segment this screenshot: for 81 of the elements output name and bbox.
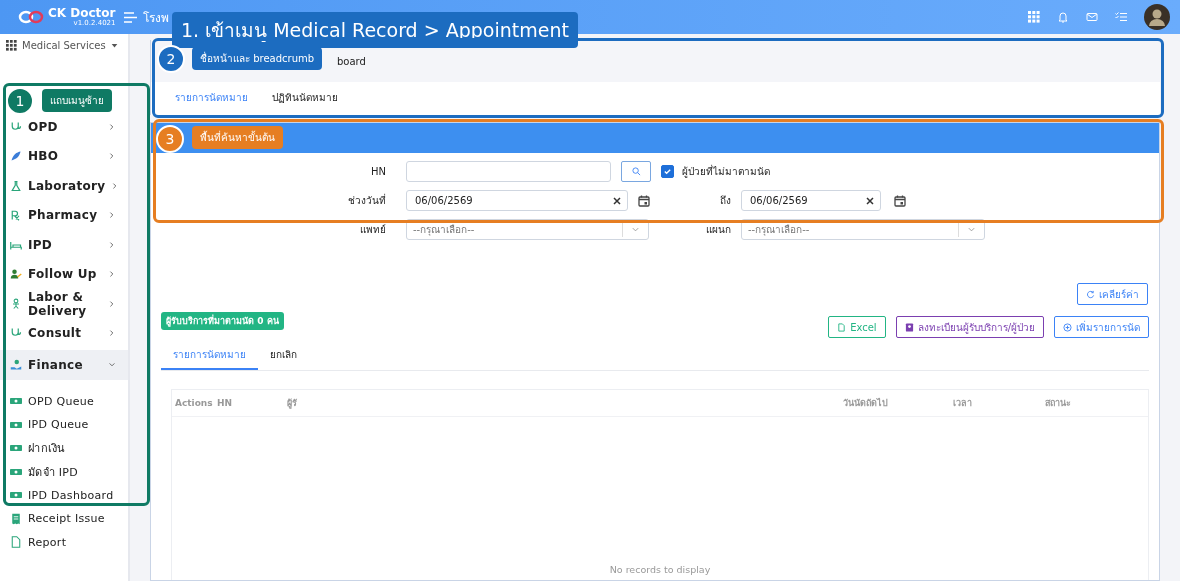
sidebar-item[interactable]: Receipt Issue bbox=[0, 507, 128, 531]
page-tab[interactable]: รายการนัดหมาย bbox=[163, 84, 260, 113]
sidebar-subitem[interactable]: IPD Dashboard bbox=[0, 483, 128, 507]
sidebar-item[interactable]: Pharmacy bbox=[0, 200, 128, 230]
sidebar-subitem[interactable]: OPD Queue bbox=[0, 389, 128, 413]
sidebar-item[interactable]: Labor & Delivery bbox=[0, 289, 128, 319]
leaf-icon bbox=[10, 150, 22, 163]
field-label: ถึง bbox=[719, 194, 732, 208]
column-header: สถานะ bbox=[1045, 397, 1071, 410]
checkbox[interactable] bbox=[661, 165, 674, 178]
clear-icon[interactable] bbox=[866, 196, 874, 205]
field-label: HN bbox=[370, 166, 387, 177]
column-header: วันนัดถัดไป bbox=[843, 397, 889, 410]
date-field[interactable]: 06/06/2569 bbox=[406, 190, 628, 211]
callout-label: แถบเมนูซ้าย bbox=[42, 89, 112, 112]
register-button[interactable]: ลงทะเบียนผู้รับบริการ/ผู้ป่วย bbox=[895, 316, 1044, 338]
bell-icon[interactable] bbox=[1057, 11, 1069, 23]
apps-icon bbox=[6, 39, 17, 51]
caret-icon bbox=[110, 41, 118, 49]
column-header: Actions bbox=[175, 398, 214, 408]
person-icon bbox=[10, 268, 22, 281]
mail-icon[interactable] bbox=[1086, 11, 1098, 23]
calendar-icon[interactable] bbox=[894, 194, 906, 207]
hand-coin-icon bbox=[10, 358, 22, 371]
avatar-icon[interactable] bbox=[1144, 4, 1170, 30]
sidebar-item[interactable]: Consult bbox=[0, 318, 128, 348]
field-label: ช่วงวันที่ bbox=[347, 193, 387, 208]
document-icon bbox=[10, 536, 22, 549]
sidebar-item[interactable]: Report bbox=[0, 530, 128, 554]
field-label: แผนก bbox=[705, 223, 732, 237]
checkbox-label: ผู้ป่วยที่ไม่มาตามนัด bbox=[682, 164, 770, 179]
empty-message: No records to display bbox=[609, 564, 711, 575]
sidebar-subitem[interactable]: IPD Queue bbox=[0, 413, 128, 437]
sidebar-subitem[interactable]: มัดจำ IPD bbox=[0, 460, 128, 484]
apps-icon[interactable] bbox=[1028, 11, 1040, 23]
prescription-icon bbox=[10, 209, 22, 222]
module-menu[interactable]: Medical Services bbox=[0, 34, 128, 56]
callout-label: พื้นที่ค้นหาขั้นต้น bbox=[192, 126, 283, 149]
hospital-name: โรงพ bbox=[142, 9, 169, 27]
menu-icon[interactable] bbox=[123, 11, 137, 23]
column-header: เวลา bbox=[953, 397, 973, 410]
baby-icon bbox=[10, 297, 22, 310]
search-button[interactable] bbox=[621, 161, 651, 182]
file-icon bbox=[837, 322, 847, 332]
checklist-icon[interactable] bbox=[1115, 11, 1127, 23]
chevron-down-icon bbox=[967, 225, 976, 234]
sidebar-item[interactable]: Follow Up bbox=[0, 259, 128, 289]
results-tab[interactable]: ยกเลิก bbox=[258, 341, 309, 370]
clear-icon[interactable] bbox=[613, 196, 621, 205]
contact-icon bbox=[904, 322, 914, 332]
flask-icon bbox=[10, 179, 22, 192]
sidebar-item[interactable]: OPD bbox=[0, 112, 128, 142]
calendar-icon[interactable] bbox=[638, 194, 650, 207]
doctor-select[interactable]: --กรุณาเลือก-- bbox=[406, 219, 649, 240]
add-button[interactable]: เพิ่มรายการนัด bbox=[1054, 316, 1149, 338]
column-header: HN bbox=[217, 398, 234, 408]
logo-icon bbox=[18, 10, 44, 24]
sidebar-subitem[interactable]: ฝากเงิน bbox=[0, 436, 128, 460]
sidebar-item[interactable]: IPD bbox=[0, 230, 128, 260]
clear-button[interactable]: เคลียร์ค่า bbox=[1077, 283, 1148, 305]
sidebar-item[interactable]: Laboratory bbox=[0, 171, 128, 201]
plus-circle-icon bbox=[1063, 322, 1072, 332]
breadcrumb[interactable]: board bbox=[337, 55, 366, 67]
stethoscope-icon bbox=[10, 120, 22, 133]
date-field[interactable]: 06/06/2569 bbox=[741, 190, 881, 211]
search-icon bbox=[631, 167, 641, 176]
department-select[interactable]: --กรุณาเลือก-- bbox=[741, 219, 985, 240]
refresh-icon bbox=[1086, 289, 1095, 299]
check-icon bbox=[663, 167, 672, 176]
sidebar-item[interactable]: HBO bbox=[0, 141, 128, 171]
results-tab[interactable]: รายการนัดหมาย bbox=[161, 341, 258, 370]
app-name: CK Doctor bbox=[48, 7, 116, 19]
attended-count-badge: ผู้รับบริการที่มาตามนัด 0 คน bbox=[161, 312, 284, 330]
hn-field[interactable] bbox=[406, 161, 611, 182]
column-header: ผู้รั bbox=[287, 397, 298, 410]
sidebar-item[interactable]: Finance bbox=[0, 350, 128, 380]
page-tab[interactable]: ปฏิทินนัดหมาย bbox=[260, 84, 350, 113]
callout-label: ชื่อหน้าและ breadcrumb bbox=[192, 47, 323, 70]
chevron-down-icon bbox=[631, 225, 640, 234]
receipt-icon bbox=[10, 512, 22, 525]
field-label: แพทย์ bbox=[359, 223, 387, 237]
